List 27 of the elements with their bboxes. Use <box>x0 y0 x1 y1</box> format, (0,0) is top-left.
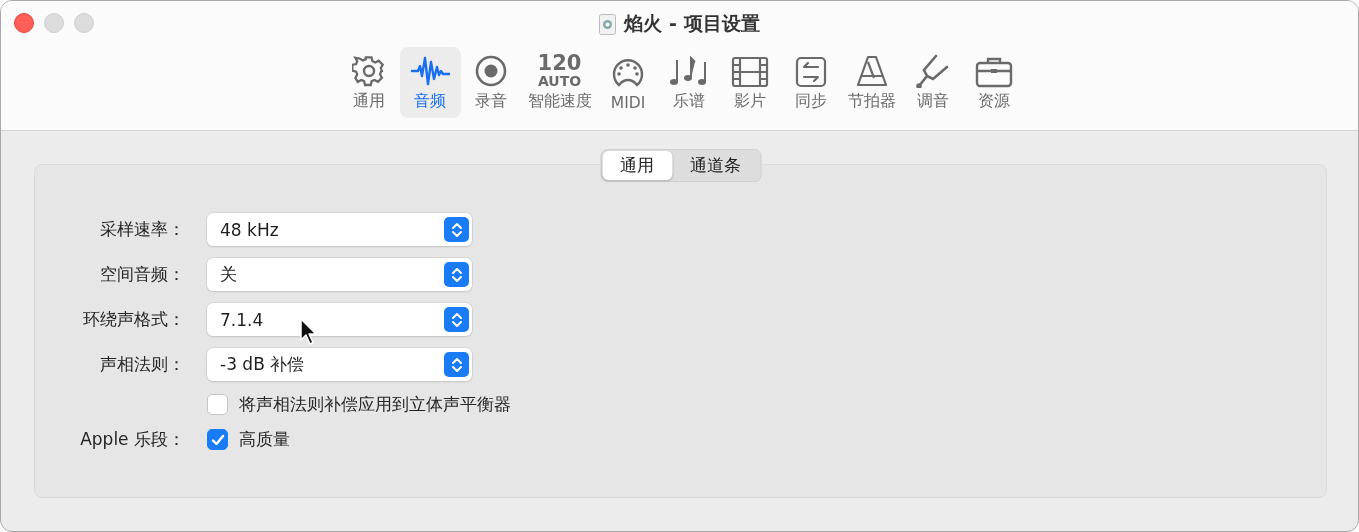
window-title: 焰火 - 项目设置 <box>624 11 760 36</box>
popup-menu[interactable]: 关 <box>207 258 472 291</box>
field-label: 环绕声格式： <box>83 308 185 331</box>
toolbar-tab[interactable]: 音频 <box>399 47 461 118</box>
toolbar-tab[interactable]: 资源 <box>963 47 1025 118</box>
tempo-value: 120 <box>537 53 582 74</box>
field-label: 声相法则： <box>100 353 185 376</box>
field-label: 空间音频： <box>100 263 185 286</box>
segment-tab[interactable]: 通用 <box>602 151 672 180</box>
toolbar-tab[interactable]: 120 AUTO 智能速度 <box>521 47 598 118</box>
toolbar-tab[interactable]: MIDI <box>597 47 659 118</box>
toolbar-tab[interactable]: 调音 <box>902 47 964 118</box>
toolbar-tab[interactable]: 节拍器 <box>841 47 903 118</box>
checkbox-label: 将声相法则补偿应用到立体声平衡器 <box>239 393 511 416</box>
toolbar-tab[interactable]: 通用 <box>338 47 400 118</box>
field-label: Apple 乐段： <box>80 428 185 451</box>
popup-menu[interactable]: 48 kHz <box>207 213 472 246</box>
checkbox-label: 高质量 <box>239 428 290 451</box>
segment-tab[interactable]: 通道条 <box>672 151 759 180</box>
tempo-mode: AUTO <box>537 74 582 88</box>
toolbar-tab[interactable]: 录音 <box>460 47 522 118</box>
popup-menu[interactable]: 7.1.4 <box>207 303 472 336</box>
popup-menu[interactable]: -3 dB 补偿 <box>207 348 472 381</box>
toolbar-tab[interactable]: 乐谱 <box>658 47 720 118</box>
field-label: 采样速率： <box>100 218 185 241</box>
toolbar-tab[interactable]: 同步 <box>780 47 842 118</box>
toolbar-tab[interactable]: 影片 <box>719 47 781 118</box>
